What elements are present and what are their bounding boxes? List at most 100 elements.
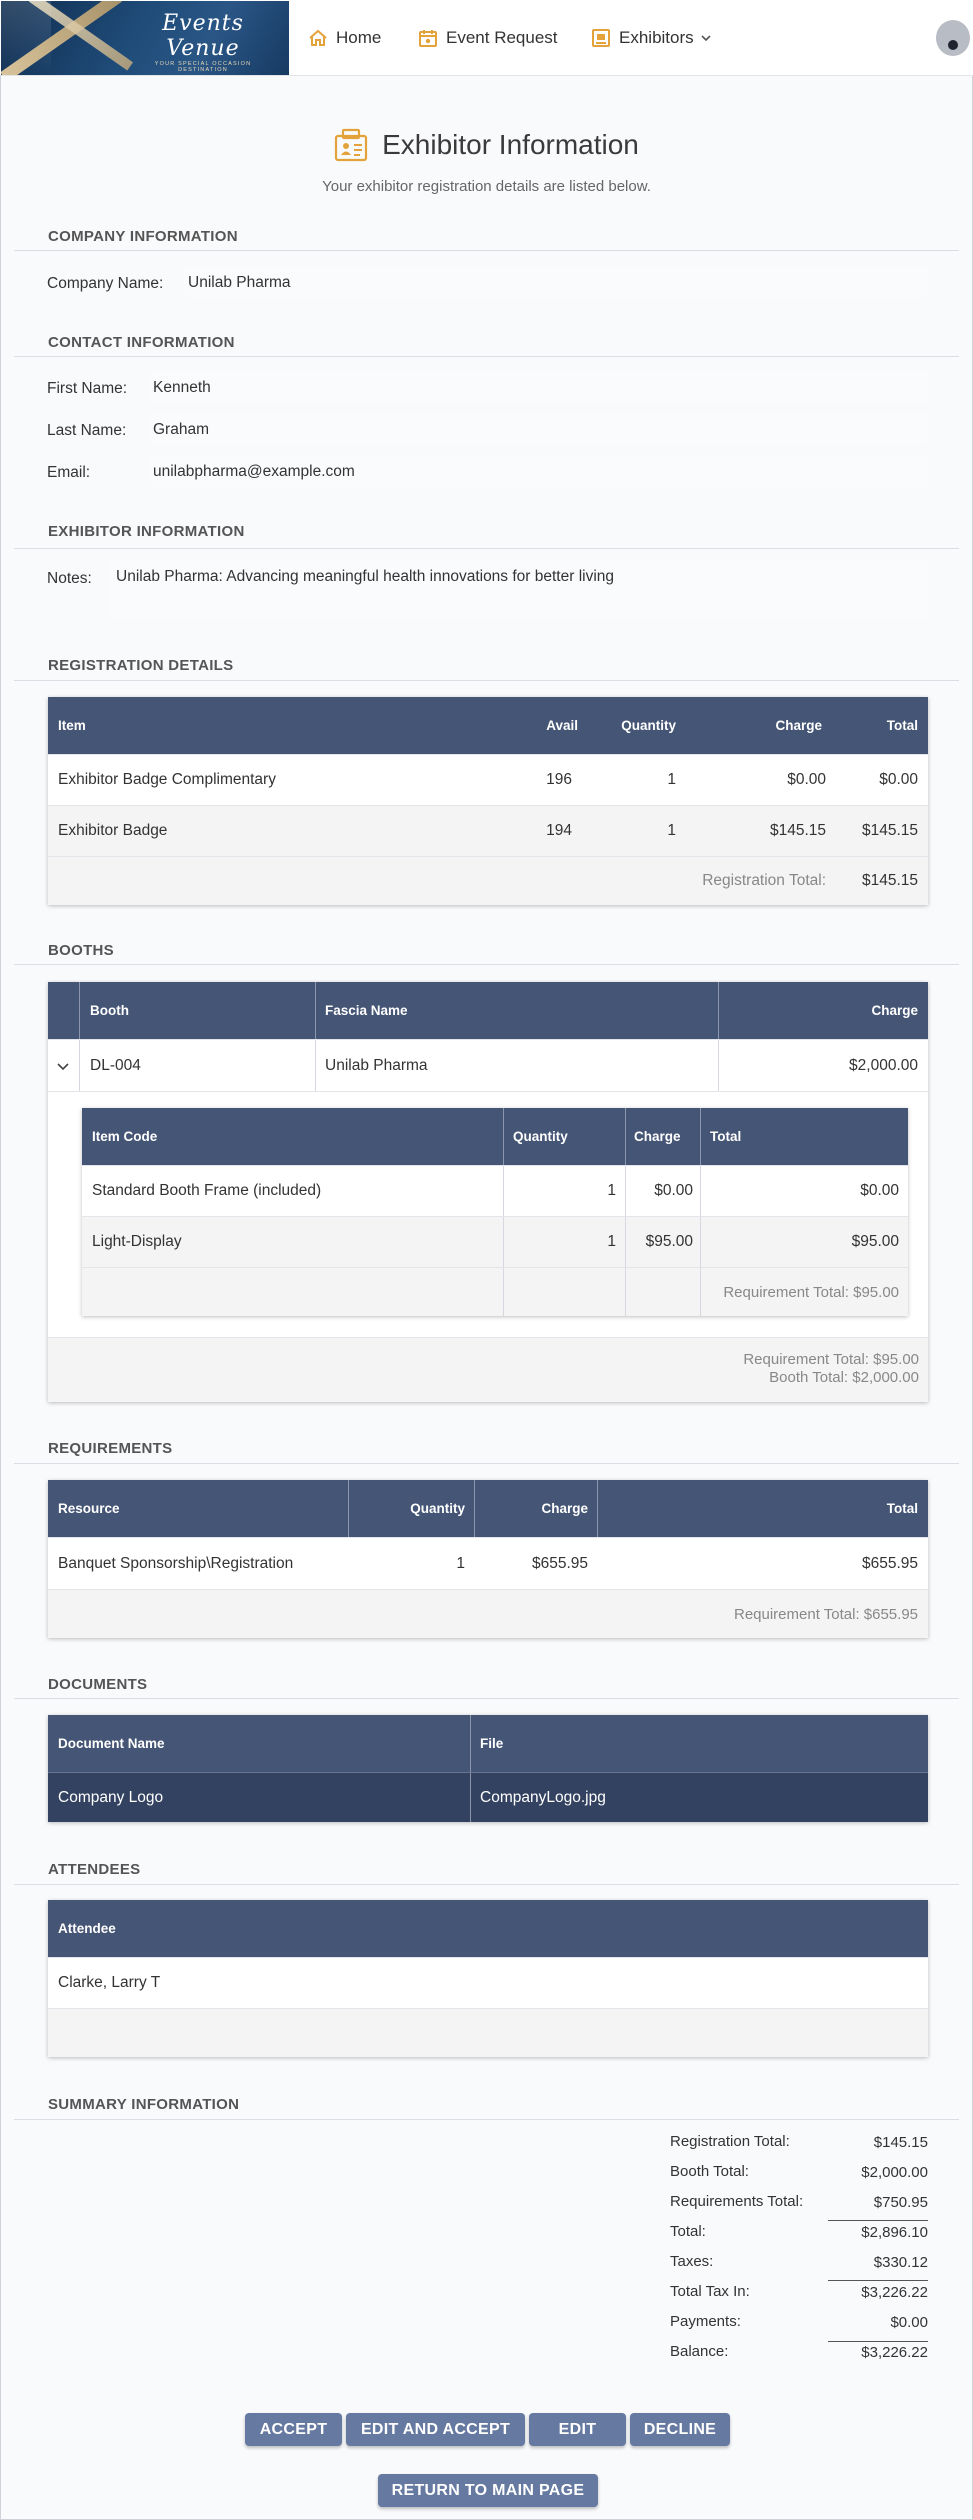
cell-file[interactable]: CompanyLogo.jpg bbox=[480, 1773, 606, 1822]
chevron-down-icon bbox=[701, 35, 711, 42]
summary-label: Booth Total: bbox=[670, 2163, 749, 2180]
cell-total: $95.00 bbox=[851, 1233, 899, 1250]
table-header: Item Code Quantity Charge Total bbox=[82, 1108, 908, 1165]
cell-fascia-name: Unilab Pharma bbox=[325, 1056, 428, 1074]
site-logo[interactable]: Events Venue YOUR SPECIAL OCCASION DESTI… bbox=[1, 1, 289, 75]
edit-and-accept-button[interactable]: EDIT AND ACCEPT bbox=[346, 2413, 525, 2446]
logo-text: Events Venue bbox=[162, 11, 244, 61]
last-name-value: Graham bbox=[153, 421, 209, 438]
summary-label: Registration Total: bbox=[670, 2133, 790, 2150]
attendees-footer-row bbox=[48, 2008, 928, 2057]
table-row: Exhibitor Badge Complimentary 196 1 $0.0… bbox=[48, 754, 928, 805]
table-row: Clarke, Larry T bbox=[48, 1957, 928, 2008]
decline-button[interactable]: DECLINE bbox=[630, 2413, 730, 2446]
table-header: Item Avail Quantity Charge Total bbox=[48, 697, 928, 754]
table-header: Booth Fascia Name Charge bbox=[48, 982, 928, 1039]
requirements-total: Requirement Total: $655.95 bbox=[733, 1605, 918, 1623]
col-item: Item bbox=[58, 718, 86, 733]
table-row: Exhibitor Badge 194 1 $145.15 $145.15 bbox=[48, 805, 928, 856]
requirements-total-row: Requirement Total: $655.95 bbox=[48, 1589, 928, 1638]
cell-quantity: 1 bbox=[667, 822, 676, 839]
return-to-main-button[interactable]: RETURN TO MAIN PAGE bbox=[378, 2474, 598, 2507]
accept-button[interactable]: ACCEPT bbox=[245, 2413, 342, 2446]
top-navbar: Events Venue YOUR SPECIAL OCCASION DESTI… bbox=[0, 0, 973, 76]
email-field: unilabpharma@example.com bbox=[150, 455, 928, 487]
edit-button[interactable]: EDIT bbox=[529, 2413, 626, 2446]
divider bbox=[14, 1698, 959, 1699]
section-heading-exhibitor: EXHIBITOR INFORMATION bbox=[48, 523, 245, 540]
table-header: Attendee bbox=[48, 1900, 928, 1957]
col-charge: Charge bbox=[871, 1003, 918, 1018]
col-quantity: Quantity bbox=[513, 1129, 568, 1144]
cell-item-code: Light-Display bbox=[92, 1233, 182, 1250]
col-attendee: Attendee bbox=[58, 1921, 116, 1936]
booth-footer-total: Booth Total: $2,000.00 bbox=[769, 1369, 919, 1386]
section-heading-contact: CONTACT INFORMATION bbox=[48, 334, 235, 351]
col-fascia-name: Fascia Name bbox=[325, 1003, 408, 1018]
first-name-value: Kenneth bbox=[153, 379, 211, 396]
cell-item: Exhibitor Badge Complimentary bbox=[58, 771, 276, 788]
nav-event-request-label: Event Request bbox=[446, 28, 558, 47]
table-header: Document Name File bbox=[48, 1715, 928, 1772]
registration-table: Item Avail Quantity Charge Total Exhibit… bbox=[48, 697, 928, 905]
home-icon bbox=[309, 29, 327, 46]
cell-avail: 194 bbox=[546, 822, 572, 839]
col-charge: Charge bbox=[634, 1129, 681, 1144]
cell-charge: $0.00 bbox=[654, 1182, 693, 1199]
col-booth: Booth bbox=[90, 1003, 129, 1018]
summary-label: Total: bbox=[670, 2223, 706, 2240]
exhibitor-icon bbox=[592, 29, 610, 47]
summary-value: $330.12 bbox=[873, 2254, 928, 2271]
notes-value: Unilab Pharma: Advancing meaningful heal… bbox=[116, 568, 615, 585]
first-name-field: Kenneth bbox=[150, 371, 928, 403]
cell-resource: Banquet Sponsorship\Registration bbox=[58, 1554, 294, 1572]
divider bbox=[14, 548, 959, 549]
nav-event-request[interactable]: Event Request bbox=[418, 24, 558, 52]
table-header: Resource Quantity Charge Total bbox=[48, 1480, 928, 1537]
section-heading-company: COMPANY INFORMATION bbox=[48, 228, 238, 245]
company-name-label: Company Name: bbox=[47, 275, 164, 292]
user-avatar[interactable] bbox=[936, 20, 970, 56]
registration-total-label: Registration Total: bbox=[702, 872, 826, 889]
divider bbox=[14, 1884, 959, 1885]
col-total: Total bbox=[710, 1129, 742, 1144]
cell-avail: 196 bbox=[546, 771, 572, 788]
registration-total-row: Registration Total: $145.15 bbox=[48, 856, 928, 905]
exhibitor-badge-icon bbox=[334, 128, 368, 162]
divider bbox=[14, 964, 959, 965]
summary-value: $0.00 bbox=[890, 2314, 928, 2331]
first-name-label: First Name: bbox=[47, 380, 128, 397]
cell-quantity: 1 bbox=[607, 1182, 616, 1199]
cell-total: $0.00 bbox=[879, 771, 918, 788]
attendees-table: Attendee Clarke, Larry T bbox=[48, 1900, 928, 2057]
notes-field: Unilab Pharma: Advancing meaningful heal… bbox=[108, 560, 928, 620]
cell-booth: DL-004 bbox=[90, 1056, 141, 1074]
summary-label: Balance: bbox=[670, 2343, 729, 2360]
nav-home[interactable]: Home bbox=[308, 24, 381, 52]
col-total: Total bbox=[886, 1501, 918, 1516]
cell-quantity: 1 bbox=[607, 1233, 616, 1250]
cell-quantity: 1 bbox=[456, 1554, 465, 1572]
booth-items-total: Requirement Total: $95.00 bbox=[723, 1283, 899, 1301]
col-item-code: Item Code bbox=[92, 1129, 158, 1144]
page-title-text: Exhibitor Information bbox=[382, 129, 639, 160]
cell-total: $145.15 bbox=[861, 822, 918, 839]
divider bbox=[14, 356, 959, 357]
divider bbox=[14, 250, 959, 251]
registration-total-value: $145.15 bbox=[861, 872, 918, 889]
col-charge: Charge bbox=[541, 1501, 588, 1516]
page-header: Exhibitor Information bbox=[0, 128, 973, 167]
summary-label: Taxes: bbox=[670, 2253, 714, 2270]
expand-toggle[interactable] bbox=[56, 1040, 76, 1091]
document-row[interactable]: Company Logo CompanyLogo.jpg bbox=[48, 1772, 928, 1822]
chevron-down-icon bbox=[57, 1062, 69, 1070]
summary-value: $145.15 bbox=[873, 2134, 928, 2151]
summary-rule bbox=[828, 2341, 928, 2342]
last-name-field: Graham bbox=[150, 413, 928, 445]
summary-value: $750.95 bbox=[873, 2194, 928, 2211]
booth-footer: Requirement Total: $95.00 Booth Total: $… bbox=[48, 1337, 928, 1402]
divider bbox=[14, 680, 959, 681]
section-heading-registration: REGISTRATION DETAILS bbox=[48, 657, 234, 674]
table-row: Standard Booth Frame (included) 1 $0.00 … bbox=[82, 1165, 908, 1216]
nav-exhibitors[interactable]: Exhibitors bbox=[591, 24, 712, 52]
